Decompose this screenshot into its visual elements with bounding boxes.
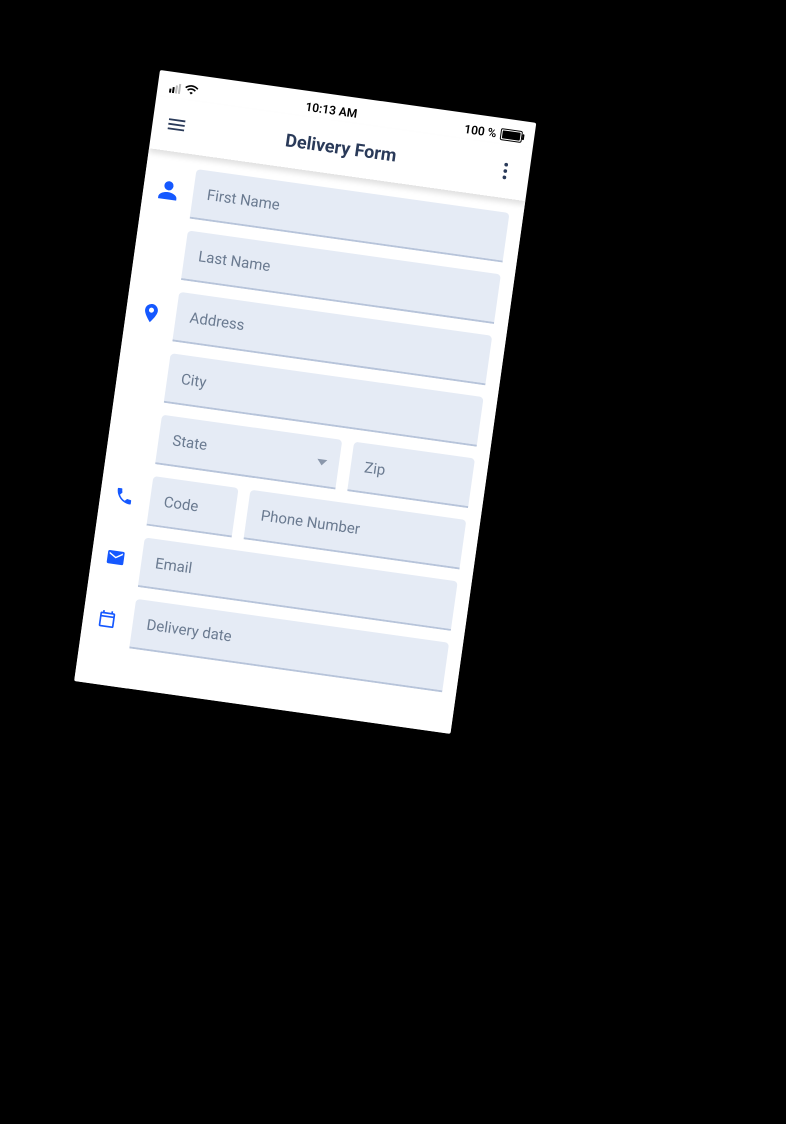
state-select[interactable] xyxy=(155,415,342,490)
phone-code-input[interactable] xyxy=(146,476,238,537)
battery-icon xyxy=(500,128,523,143)
phone-icon xyxy=(111,471,142,524)
section-address xyxy=(119,287,492,508)
battery-percent: 100 % xyxy=(463,122,497,140)
wifi-icon xyxy=(184,83,200,99)
email-icon xyxy=(102,532,133,585)
cellular-signal-icon xyxy=(169,83,181,94)
hamburger-menu-icon[interactable] xyxy=(163,111,190,138)
page-title: Delivery Form xyxy=(284,130,398,166)
phone-frame: 10:13 AM 100 % Delivery Form xyxy=(74,70,536,734)
form-body xyxy=(74,148,525,734)
calendar-icon xyxy=(94,594,125,647)
more-vert-icon[interactable] xyxy=(492,157,519,184)
person-icon xyxy=(145,164,184,278)
state-select-value[interactable] xyxy=(155,415,342,490)
zip-input[interactable] xyxy=(347,442,475,509)
